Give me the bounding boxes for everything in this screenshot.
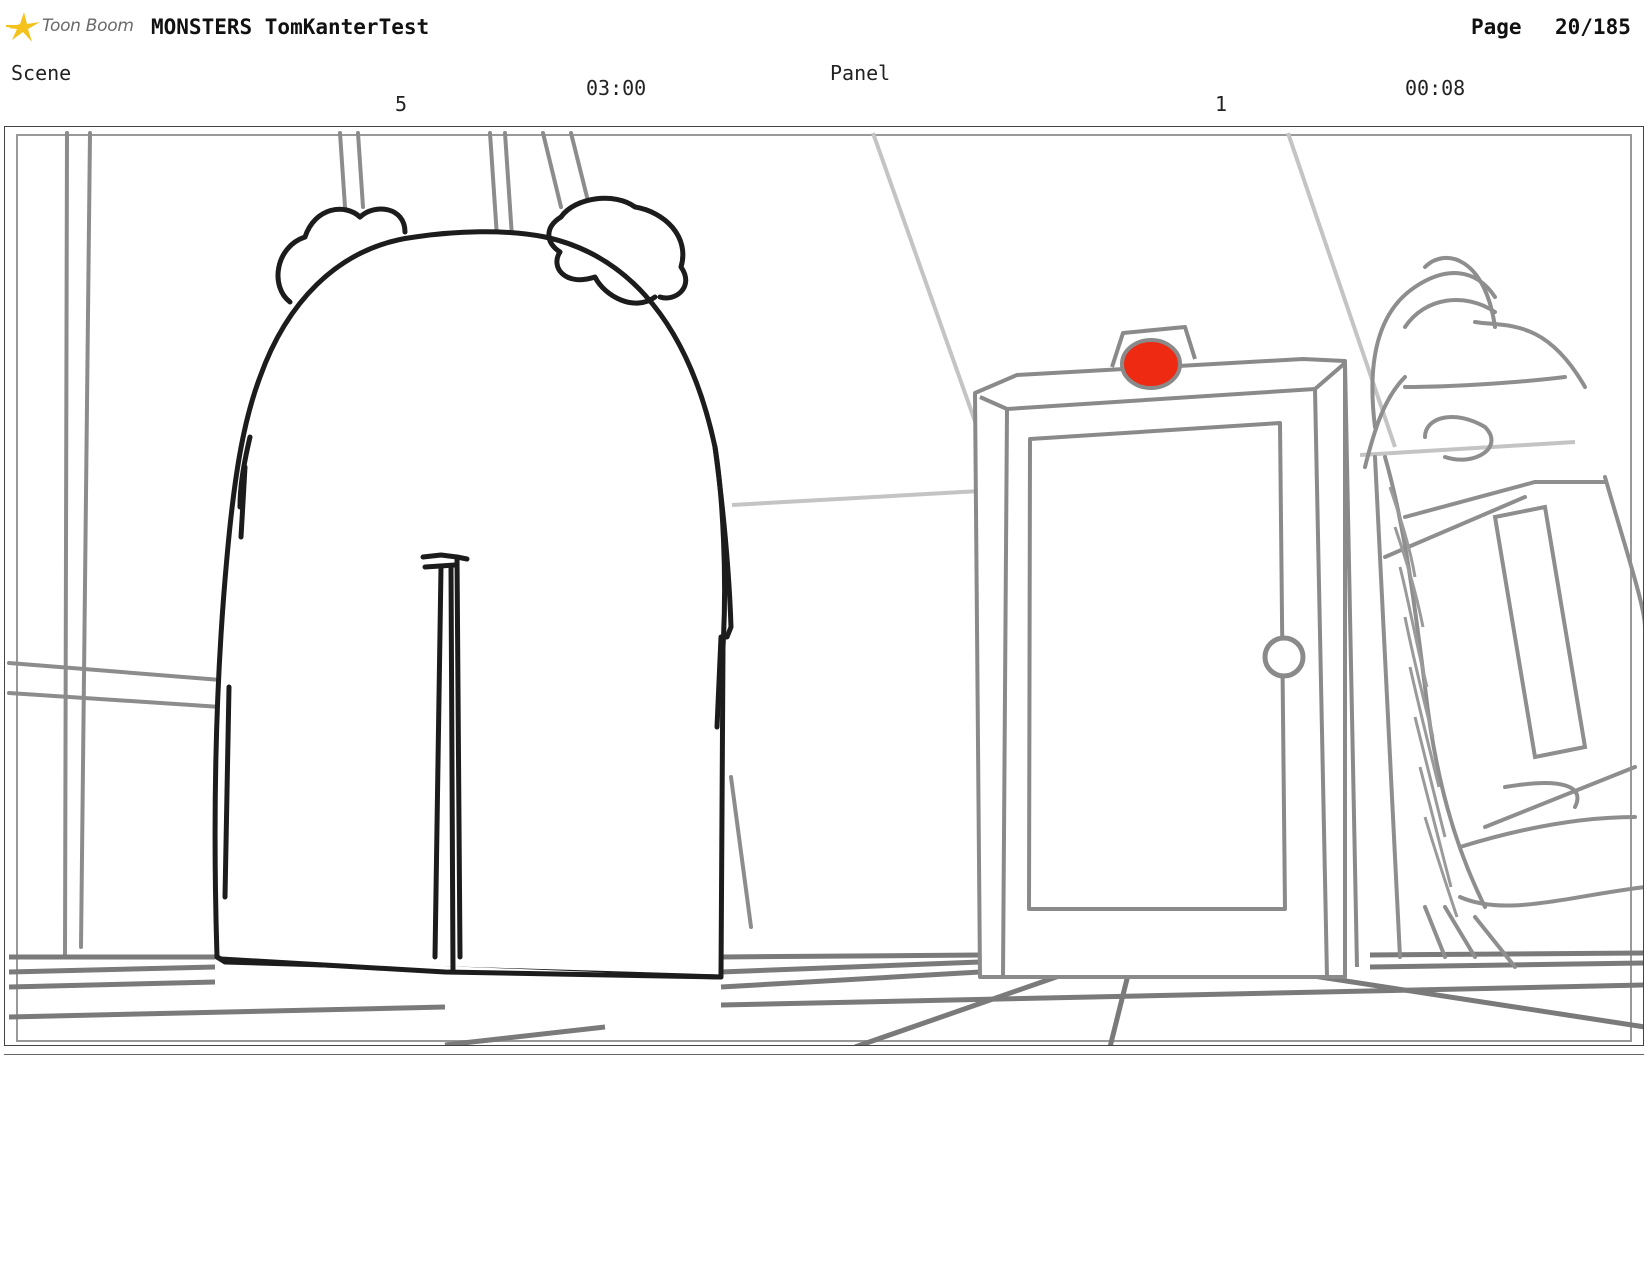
floor-lines	[8, 950, 1643, 1045]
project-title: MONSTERS TomKanterTest	[151, 15, 430, 39]
panel-bottom-rule	[4, 1054, 1644, 1055]
door-red-light	[1120, 338, 1182, 390]
right-creature-sketch	[1363, 256, 1643, 969]
toon-boom-logo: Toon Boom	[6, 10, 136, 46]
page-label: Page	[1471, 15, 1522, 39]
scene-number: 5	[395, 92, 408, 116]
scene-label: Scene	[11, 61, 72, 85]
door-booth	[973, 325, 1359, 979]
logo-text: Toon Boom	[42, 16, 134, 36]
panel-label: Panel	[830, 61, 891, 85]
storyboard-sketch	[7, 131, 1643, 1045]
panel-duration: 00:08	[1405, 76, 1466, 100]
page-number: 20/185	[1555, 15, 1631, 39]
panel-number: 1	[1215, 92, 1228, 116]
storyboard-panel-frame	[4, 126, 1644, 1046]
scene-duration: 03:00	[586, 76, 647, 100]
logo-star-icon	[6, 12, 40, 42]
monster-back-view	[212, 195, 734, 980]
